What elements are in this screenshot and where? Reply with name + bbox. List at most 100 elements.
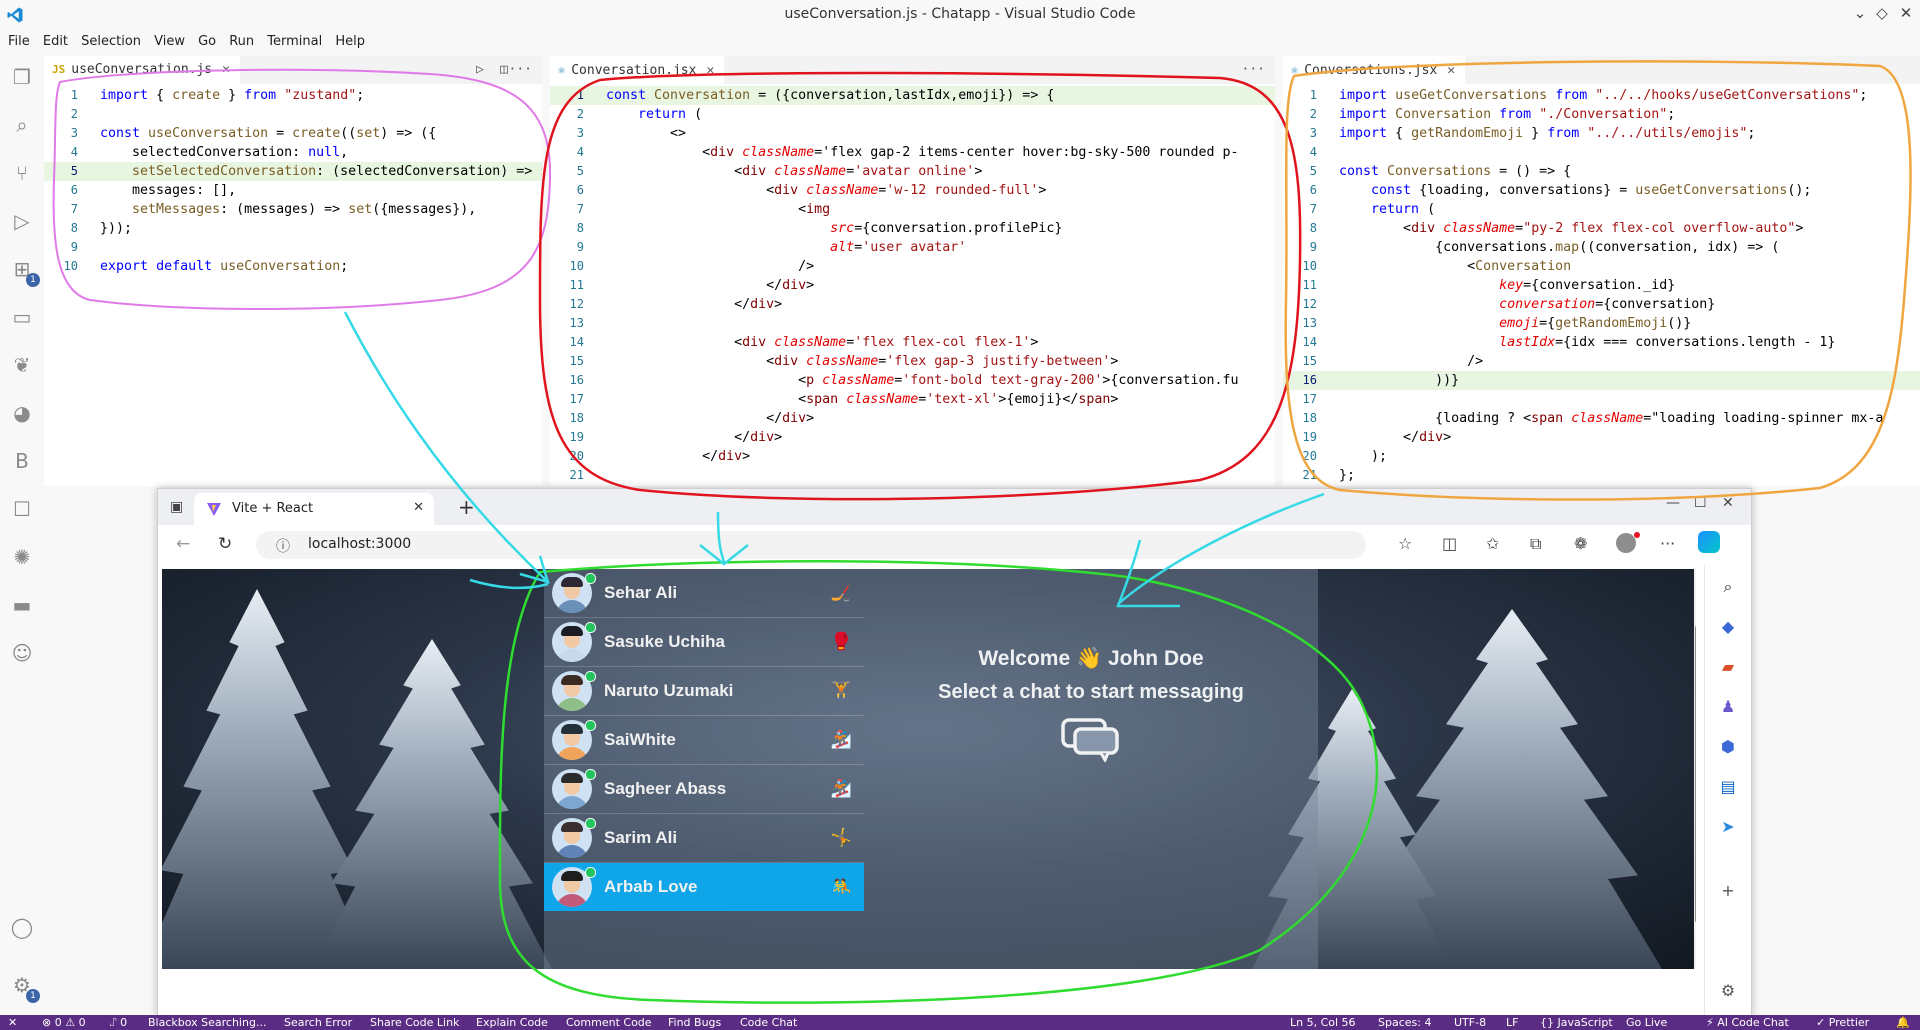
- games-icon[interactable]: ♟: [1718, 697, 1738, 717]
- code-line[interactable]: 19 </div>: [1283, 428, 1920, 447]
- code-line[interactable]: 19 </div>: [550, 428, 1275, 447]
- copilot-icon[interactable]: ☺: [10, 641, 34, 665]
- code-line[interactable]: 20 );: [1283, 447, 1920, 466]
- code-line[interactable]: 2: [44, 105, 542, 124]
- more-actions-icon[interactable]: ···: [509, 62, 532, 77]
- code-line[interactable]: 11 </div>: [550, 276, 1275, 295]
- code-line[interactable]: 21: [550, 466, 1275, 485]
- code-line[interactable]: 3 const useConversation = create((set) =>…: [44, 124, 542, 143]
- code-line[interactable]: 20 </div>: [550, 447, 1275, 466]
- conversation-item[interactable]: SaiWhite 🏂: [544, 716, 864, 765]
- restore-icon[interactable]: ◇: [1872, 4, 1892, 22]
- favorite-star-icon[interactable]: ☆: [1398, 534, 1412, 553]
- performance-icon[interactable]: ❁: [1574, 534, 1587, 553]
- editor-conversations-jsx[interactable]: ⚛ Conversations.jsx ✕ 1 import useGetConver…: [1283, 56, 1920, 486]
- search-icon[interactable]: ⌕: [10, 113, 34, 137]
- code-line[interactable]: 17 <span className='text-xl'>{emoji}</sp…: [550, 390, 1275, 409]
- code-line[interactable]: 17: [1283, 390, 1920, 409]
- conversation-item[interactable]: Sehar Ali 🏒: [544, 569, 864, 618]
- favorites-icon[interactable]: ✩: [1486, 534, 1499, 553]
- editor-use-conversation[interactable]: JS useConversation.js ✕ ▷ ◫ ··· 1 import { …: [44, 56, 542, 486]
- tab-conversations-jsx[interactable]: ⚛ Conversations.jsx ✕: [1283, 56, 1466, 84]
- back-icon[interactable]: ←: [176, 534, 190, 554]
- close-window-icon[interactable]: ✕: [1722, 495, 1734, 511]
- site-info-icon[interactable]: ⓘ: [276, 536, 290, 556]
- search-icon[interactable]: ⌕: [1718, 577, 1738, 597]
- code-line[interactable]: 10 <Conversation: [1283, 257, 1920, 276]
- git-graph-icon[interactable]: ◕: [10, 401, 34, 425]
- code-line[interactable]: 4 selectedConversation: null,: [44, 143, 542, 162]
- more-actions-icon[interactable]: ···: [1242, 62, 1265, 77]
- status-eol[interactable]: LF: [1506, 1016, 1518, 1029]
- code-line[interactable]: 16 ))}: [1283, 371, 1920, 390]
- status-ports[interactable]: ⑀ 0: [110, 1016, 127, 1029]
- code-line[interactable]: 15 <div className='flex gap-3 justify-be…: [550, 352, 1275, 371]
- status-comment-code[interactable]: Comment Code: [566, 1016, 652, 1029]
- tab-conversation-jsx[interactable]: ⚛ Conversation.jsx ✕: [550, 56, 725, 84]
- code-line[interactable]: 7 setMessages: (messages) => set({messag…: [44, 200, 542, 219]
- code-line[interactable]: 9: [44, 238, 542, 257]
- status-prettier[interactable]: ✓ Prettier: [1816, 1016, 1869, 1029]
- more-menu-icon[interactable]: ···: [1660, 534, 1675, 553]
- send-icon[interactable]: ➤: [1718, 817, 1738, 837]
- menu-view[interactable]: View: [154, 34, 185, 49]
- menu-help[interactable]: Help: [335, 34, 365, 49]
- code-line[interactable]: 13: [550, 314, 1275, 333]
- status-problems[interactable]: ⊗ 0 ⚠ 0: [42, 1016, 86, 1029]
- code-line[interactable]: 7 return (: [1283, 200, 1920, 219]
- run-file-icon[interactable]: ▷: [476, 62, 484, 77]
- conversation-item[interactable]: Arbab Love 🤼: [544, 863, 864, 911]
- code-line[interactable]: 5 <div className='avatar online'>: [550, 162, 1275, 181]
- collections-icon[interactable]: ⧉: [1530, 534, 1541, 554]
- bug-icon[interactable]: ✺: [10, 545, 34, 569]
- explorer-icon[interactable]: ❐: [10, 65, 34, 89]
- account-icon[interactable]: ◯: [10, 915, 34, 939]
- code-line[interactable]: 9 alt='user avatar': [550, 238, 1275, 257]
- status-explain-code[interactable]: Explain Code: [476, 1016, 548, 1029]
- split-screen-icon[interactable]: ◫: [1442, 534, 1457, 553]
- code-line[interactable]: 10 />: [550, 257, 1275, 276]
- office-icon[interactable]: ⬢: [1718, 737, 1738, 757]
- split-editor-icon[interactable]: ◫: [500, 62, 508, 77]
- status-blackbox[interactable]: Blackbox Searching...: [148, 1016, 266, 1029]
- code-line[interactable]: 3 <>: [550, 124, 1275, 143]
- minimize-icon[interactable]: —: [1666, 495, 1680, 511]
- close-tab-icon[interactable]: ✕: [413, 500, 424, 515]
- status-search-error[interactable]: Search Error: [284, 1016, 352, 1029]
- code-line[interactable]: 10 export default useConversation;: [44, 257, 542, 276]
- editor-conversation-jsx[interactable]: ⚛ Conversation.jsx ✕ ··· 1 const Conversati…: [550, 56, 1275, 486]
- code-line[interactable]: 14 <div className='flex flex-col flex-1'…: [550, 333, 1275, 352]
- folder-icon[interactable]: ▭: [10, 305, 34, 329]
- outlook-icon[interactable]: ▤: [1718, 777, 1738, 797]
- conversation-item[interactable]: Sasuke Uchiha 🥊: [544, 618, 864, 667]
- code-line[interactable]: 3 import { getRandomEmoji } from "../../u…: [1283, 124, 1920, 143]
- status-language[interactable]: {} JavaScript: [1540, 1016, 1613, 1029]
- scrollbar-thumb[interactable]: [1695, 624, 1696, 924]
- code-area[interactable]: 1 const Conversation = ({conversation,las…: [550, 86, 1275, 485]
- code-line[interactable]: 1 import useGetConversations from "../../…: [1283, 86, 1920, 105]
- code-line[interactable]: 18 {loading ? <span className="loading l…: [1283, 409, 1920, 428]
- close-tab-icon[interactable]: ✕: [222, 62, 230, 77]
- code-line[interactable]: 9 {conversations.map((conversation, idx)…: [1283, 238, 1920, 257]
- status-code-chat[interactable]: Code Chat: [740, 1016, 797, 1029]
- shopping-tag-icon[interactable]: ◆: [1718, 617, 1738, 637]
- status-find-bugs[interactable]: Find Bugs: [668, 1016, 721, 1029]
- sidebar-settings-icon[interactable]: ⚙: [1718, 981, 1738, 1001]
- code-line[interactable]: 12 </div>: [550, 295, 1275, 314]
- profile-avatar[interactable]: [1616, 533, 1636, 553]
- reload-icon[interactable]: ↻: [218, 534, 232, 554]
- status-indentation[interactable]: Spaces: 4: [1378, 1016, 1431, 1029]
- menu-edit[interactable]: Edit: [43, 34, 68, 49]
- status-share-code[interactable]: Share Code Link: [370, 1016, 459, 1029]
- code-line[interactable]: 6 messages: [],: [44, 181, 542, 200]
- code-line[interactable]: 16 <p className='font-bold text-gray-200…: [550, 371, 1275, 390]
- browser-tab[interactable]: Vite + React ✕: [194, 493, 434, 525]
- b-icon[interactable]: B: [10, 449, 34, 473]
- leaf-icon[interactable]: ❦: [10, 353, 34, 377]
- menu-selection[interactable]: Selection: [81, 34, 141, 49]
- code-line[interactable]: 18 </div>: [550, 409, 1275, 428]
- close-tab-icon[interactable]: ✕: [1447, 63, 1455, 78]
- close-tab-icon[interactable]: ✕: [706, 63, 714, 78]
- code-line[interactable]: 14 lastIdx={idx === conversations.length…: [1283, 333, 1920, 352]
- tools-icon[interactable]: ▰: [1718, 657, 1738, 677]
